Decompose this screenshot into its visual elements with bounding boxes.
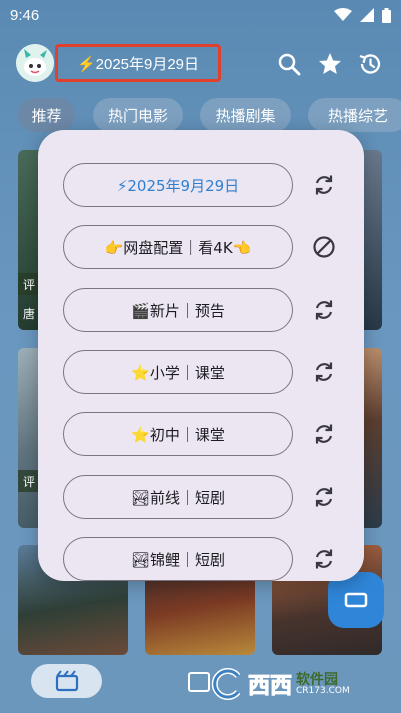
battery-icon — [382, 7, 391, 23]
category-tabs: 推荐 热门电影 热播剧集 热播综艺 — [0, 98, 401, 132]
watermark-sub: 软件园 — [296, 671, 339, 688]
menu-item-new-trailers[interactable]: 🎬新片｜预告 — [63, 288, 293, 332]
tab-hot-series[interactable]: 热播剧集 — [200, 98, 291, 132]
star-icon[interactable] — [317, 51, 343, 77]
wifi-icon — [334, 8, 352, 21]
menu-item-koi-shorts[interactable]: 🏞锦鲤｜短剧 — [63, 537, 293, 581]
tab-hot-movies[interactable]: 热门电影 — [93, 98, 183, 132]
top-bar: ⚡2025年9月29日 — [0, 44, 401, 84]
logo-icon — [211, 668, 241, 700]
menu-item-frontline-shorts[interactable]: 🏞前线｜短剧 — [63, 475, 293, 519]
tab-hot-variety[interactable]: 热播综艺 — [308, 98, 401, 132]
tab-recommend[interactable]: 推荐 — [18, 98, 75, 132]
refresh-icon[interactable] — [311, 359, 337, 385]
film-icon — [55, 670, 78, 692]
menu-item-netdisk-config[interactable]: 👉网盘配置｜看4K👈 — [63, 225, 293, 269]
play-icon[interactable] — [188, 672, 210, 692]
signal-icon — [360, 8, 374, 22]
mascot-icon — [16, 44, 54, 82]
status-icons — [334, 7, 391, 23]
poster-title-label: 唐 — [22, 306, 35, 321]
status-bar: 9:46 — [0, 0, 401, 30]
refresh-icon[interactable] — [311, 484, 337, 510]
menu-item-current-date[interactable]: ⚡2025年9月29日 — [63, 163, 293, 207]
avatar[interactable] — [16, 44, 54, 82]
refresh-icon[interactable] — [311, 421, 337, 447]
nav-home-button[interactable] — [31, 664, 102, 698]
status-time: 9:46 — [10, 6, 40, 24]
poster-rating-label: 评 — [18, 273, 40, 295]
refresh-icon[interactable] — [311, 546, 337, 572]
site-select-dialog: ⚡2025年9月29日 👉网盘配置｜看4K👈 🎬新片｜预告 ⭐小学｜课堂 ⭐初中… — [38, 130, 364, 581]
page-title[interactable]: ⚡2025年9月29日 — [55, 44, 221, 82]
watermark-text: 西西 — [247, 674, 293, 700]
menu-item-middle-class[interactable]: ⭐初中｜课堂 — [63, 412, 293, 456]
refresh-icon[interactable] — [311, 297, 337, 323]
watermark-logo: 西西 软件园 CR173.COM — [208, 664, 384, 704]
refresh-icon[interactable] — [311, 172, 337, 198]
history-icon[interactable] — [357, 51, 383, 77]
poster-rating-label: 评 — [18, 470, 40, 492]
search-icon[interactable] — [276, 51, 302, 77]
menu-item-primary-class[interactable]: ⭐小学｜课堂 — [63, 350, 293, 394]
watermark-domain: CR173.COM — [296, 685, 350, 696]
block-icon[interactable] — [311, 234, 337, 260]
